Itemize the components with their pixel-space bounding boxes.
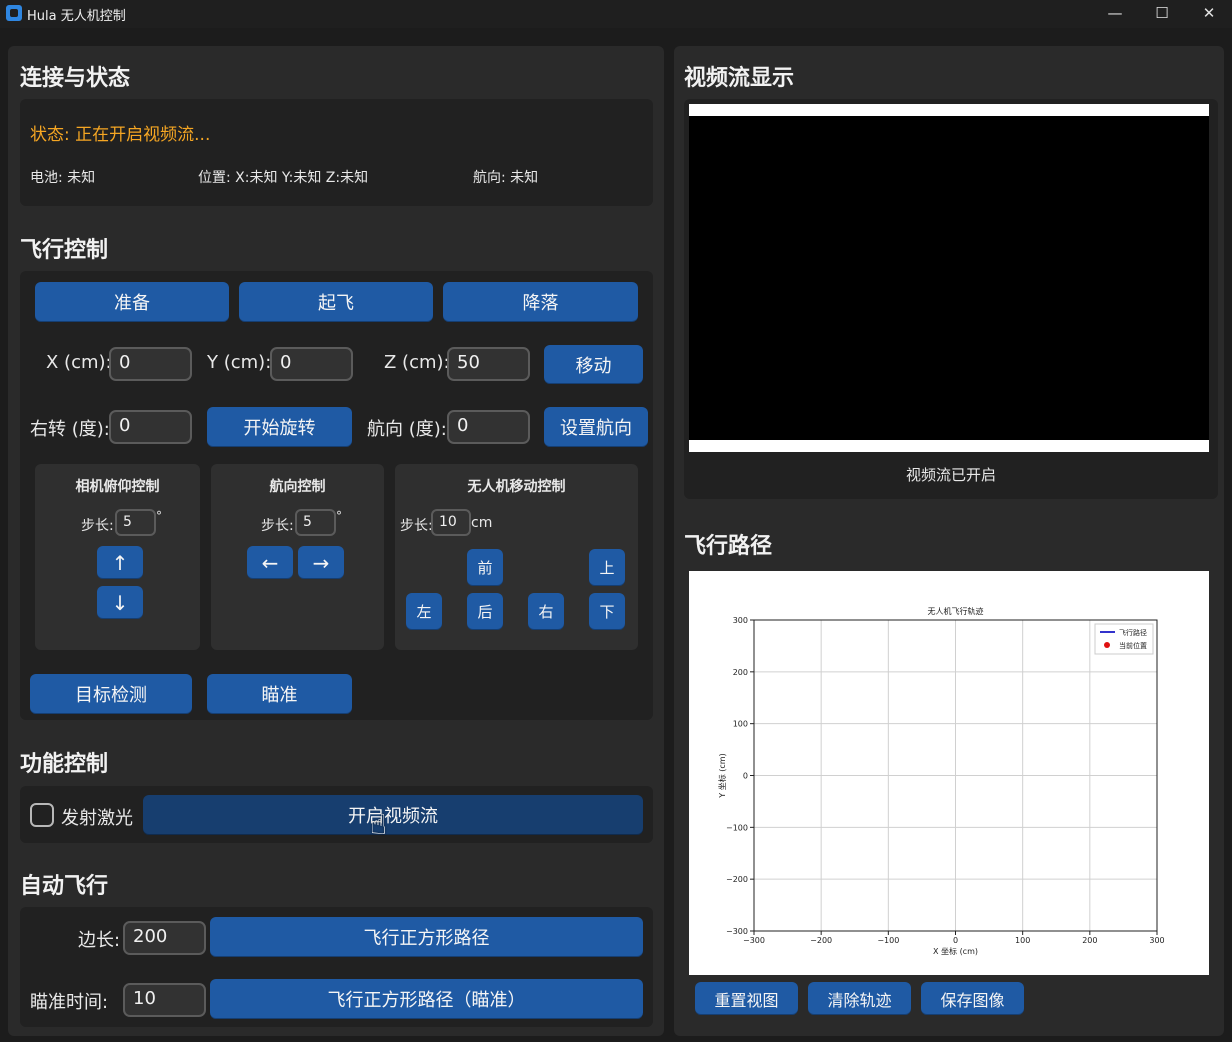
set-heading-button[interactable]: 设置航向 bbox=[544, 407, 648, 447]
connection-section-title: 连接与状态 bbox=[20, 66, 131, 91]
flight-path-plot[interactable]: −300 −200 −100 0 100 200 300 300 200 100 0 −100 −200… bbox=[689, 571, 1209, 975]
y-tick-label: 300 bbox=[733, 616, 748, 625]
app-icon bbox=[6, 5, 22, 21]
yaw-control-title: 航向控制 bbox=[269, 479, 326, 495]
heading-text: 航向: 未知 bbox=[473, 170, 539, 186]
legend-label: 飞行路径 bbox=[1119, 628, 1147, 637]
yaw-step-input[interactable]: 5 bbox=[295, 509, 336, 536]
laser-checkbox[interactable] bbox=[30, 803, 54, 827]
move-step-label: 步长: bbox=[400, 518, 433, 534]
z-label: Z (cm): bbox=[384, 352, 450, 373]
x-tick-label: −300 bbox=[743, 936, 765, 945]
x-tick-label: 200 bbox=[1082, 936, 1097, 945]
move-forward-button[interactable]: 前 bbox=[467, 549, 503, 586]
move-down-button[interactable]: 下 bbox=[589, 593, 625, 630]
yaw-control-frame: 航向控制 步长: 5 ° ← → bbox=[211, 464, 384, 650]
legend-label: 当前位置 bbox=[1119, 641, 1147, 650]
minimize-button[interactable]: — bbox=[1092, 0, 1138, 28]
camera-pitch-title: 相机俯仰控制 bbox=[75, 479, 160, 495]
move-right-button[interactable]: 右 bbox=[528, 593, 564, 630]
takeoff-button[interactable]: 起飞 bbox=[239, 282, 433, 322]
y-tick-label: −100 bbox=[726, 823, 748, 832]
y-tick-label: 100 bbox=[733, 720, 748, 729]
auto-section-title: 自动飞行 bbox=[20, 874, 109, 899]
turn-label: 右转 (度): bbox=[30, 419, 110, 440]
status-frame: 状态: 正在开启视频流... 电池: 未知 位置: X:未知 Y:未知 Z:未知… bbox=[20, 99, 653, 206]
x-tick-label: 0 bbox=[953, 936, 958, 945]
legend-point-marker bbox=[1104, 642, 1110, 648]
camera-step-input[interactable]: 5 bbox=[115, 509, 156, 536]
camera-step-label: 步长: bbox=[81, 518, 114, 534]
yaw-step-label: 步长: bbox=[261, 518, 294, 534]
y-tick-label: 0 bbox=[743, 772, 748, 781]
open-video-button[interactable]: 开启视频流 bbox=[143, 795, 643, 835]
yaw-right-button[interactable]: → bbox=[298, 546, 344, 579]
aim-time-label: 瞄准时间: bbox=[30, 992, 109, 1013]
move-step-unit: cm bbox=[471, 515, 493, 531]
z-input[interactable]: 50 bbox=[447, 347, 530, 381]
y-label: Y (cm): bbox=[207, 352, 272, 373]
prepare-button[interactable]: 准备 bbox=[35, 282, 229, 322]
window-title: Hula 无人机控制 bbox=[27, 9, 126, 24]
camera-pitch-frame: 相机俯仰控制 步长: 5 ° ↑ ↓ bbox=[35, 464, 200, 650]
turn-input[interactable]: 0 bbox=[109, 410, 192, 444]
camera-down-button[interactable]: ↓ bbox=[97, 586, 143, 619]
move-left-button[interactable]: 左 bbox=[406, 593, 442, 630]
x-tick-label: −100 bbox=[877, 936, 899, 945]
drone-move-frame: 无人机移动控制 步长: 10 cm 前 上 左 后 右 下 bbox=[395, 464, 638, 650]
side-length-label: 边长: bbox=[78, 930, 121, 951]
move-back-button[interactable]: 后 bbox=[467, 593, 503, 630]
path-section-title: 飞行路径 bbox=[684, 534, 773, 559]
chart-title: 无人机飞行轨迹 bbox=[928, 606, 984, 616]
video-section-title: 视频流显示 bbox=[684, 66, 795, 91]
aim-button[interactable]: 瞄准 bbox=[207, 674, 352, 714]
status-text: 状态: 正在开启视频流... bbox=[30, 125, 211, 145]
reset-view-button[interactable]: 重置视图 bbox=[695, 982, 798, 1015]
camera-up-button[interactable]: ↑ bbox=[97, 546, 143, 579]
start-rotate-button[interactable]: 开始旋转 bbox=[207, 407, 352, 447]
fly-square-button[interactable]: 飞行正方形路径 bbox=[210, 917, 643, 957]
aim-time-input[interactable]: 10 bbox=[123, 983, 206, 1017]
y-tick-label: 200 bbox=[733, 668, 748, 677]
heading-input-label: 航向 (度): bbox=[367, 419, 447, 440]
x-tick-label: −200 bbox=[810, 936, 832, 945]
x-tick-label: 300 bbox=[1149, 936, 1164, 945]
x-input[interactable]: 0 bbox=[109, 347, 192, 381]
laser-label: 发射激光 bbox=[61, 808, 133, 829]
position-text: 位置: X:未知 Y:未知 Z:未知 bbox=[198, 170, 369, 186]
fly-square-aim-button[interactable]: 飞行正方形路径（瞄准） bbox=[210, 979, 643, 1019]
video-display bbox=[689, 104, 1209, 452]
drone-move-title: 无人机移动控制 bbox=[467, 479, 566, 495]
battery-text: 电池: 未知 bbox=[30, 170, 96, 186]
y-tick-label: −300 bbox=[726, 927, 748, 936]
function-section-title: 功能控制 bbox=[20, 752, 109, 777]
move-step-input[interactable]: 10 bbox=[431, 509, 471, 536]
yaw-step-unit: ° bbox=[336, 509, 342, 523]
x-tick-label: 100 bbox=[1015, 936, 1030, 945]
title-bar: Hula 无人机控制 — ☐ ✕ bbox=[0, 0, 1232, 28]
flight-section-title: 飞行控制 bbox=[20, 238, 109, 263]
move-button[interactable]: 移动 bbox=[544, 345, 643, 384]
target-detect-button[interactable]: 目标检测 bbox=[30, 674, 192, 714]
x-axis-label: X 坐标 (cm) bbox=[933, 946, 978, 956]
hand-cursor-icon: ☝ bbox=[370, 808, 388, 841]
close-button[interactable]: ✕ bbox=[1186, 0, 1232, 28]
land-button[interactable]: 降落 bbox=[443, 282, 638, 322]
y-tick-label: −200 bbox=[726, 875, 748, 884]
y-axis-label: Y 坐标 (cm) bbox=[717, 753, 727, 798]
video-status-text: 视频流已开启 bbox=[905, 466, 996, 484]
y-input[interactable]: 0 bbox=[270, 347, 353, 381]
x-label: X (cm): bbox=[46, 352, 112, 373]
heading-input[interactable]: 0 bbox=[447, 410, 530, 444]
flight-path-chart: −300 −200 −100 0 100 200 300 300 200 100 0 −100 −200… bbox=[717, 606, 1165, 956]
yaw-left-button[interactable]: ← bbox=[247, 546, 293, 579]
maximize-button[interactable]: ☐ bbox=[1139, 0, 1185, 28]
camera-step-unit: ° bbox=[156, 509, 162, 523]
move-up-button[interactable]: 上 bbox=[589, 549, 625, 586]
side-length-input[interactable]: 200 bbox=[123, 921, 206, 955]
clear-track-button[interactable]: 清除轨迹 bbox=[808, 982, 911, 1015]
save-image-button[interactable]: 保存图像 bbox=[921, 982, 1024, 1015]
